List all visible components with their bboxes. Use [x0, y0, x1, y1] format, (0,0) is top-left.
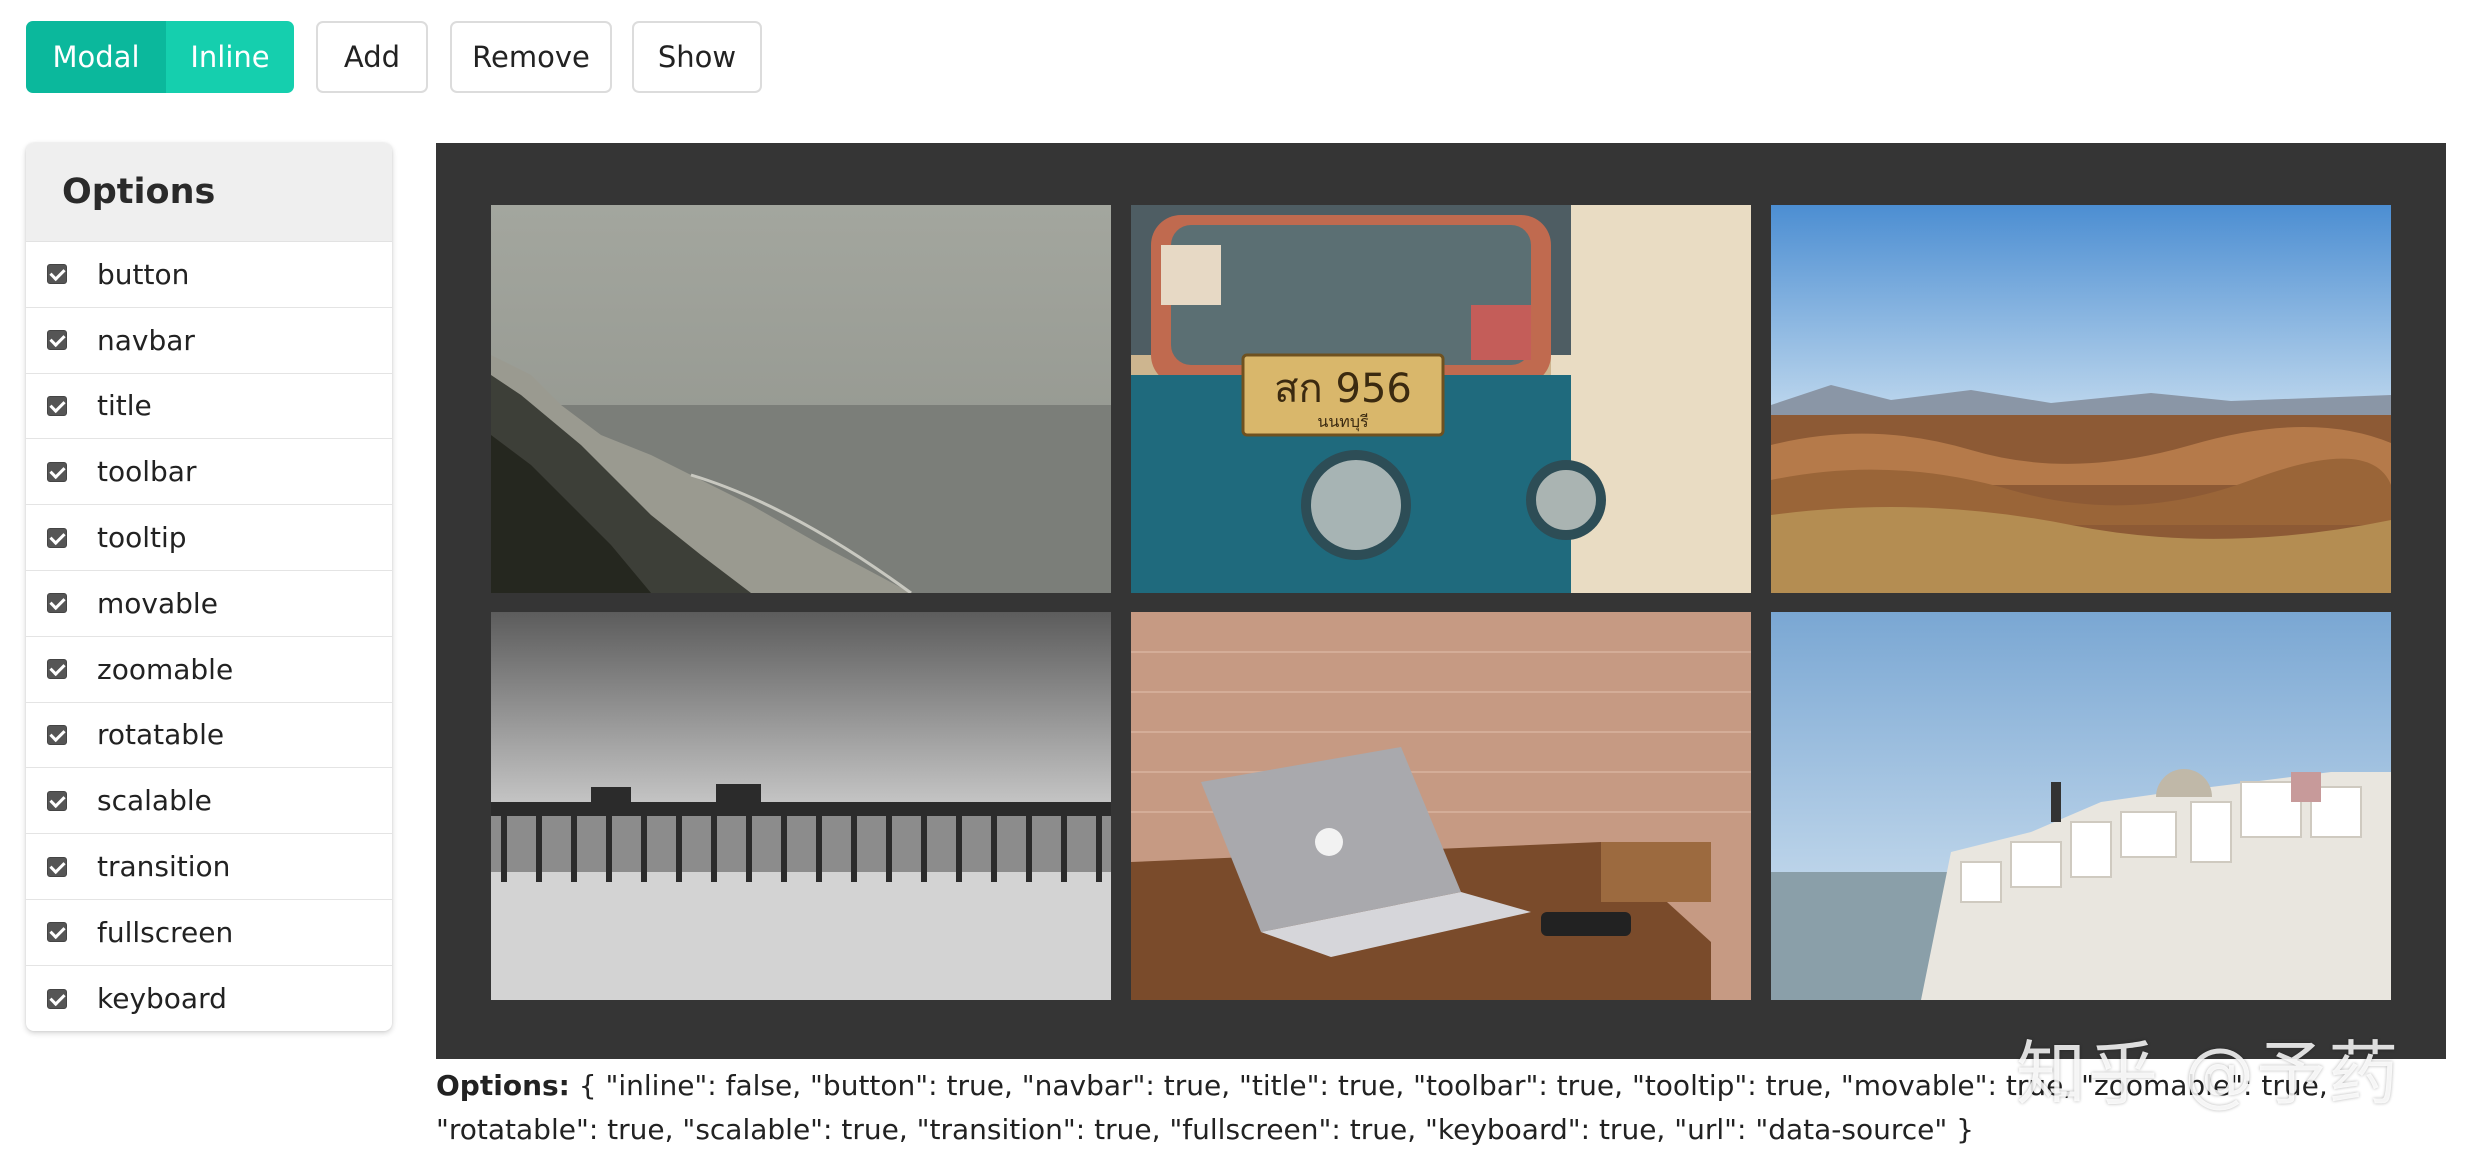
option-row-keyboard[interactable]: keyboard — [26, 966, 392, 1031]
gallery-image-laptop[interactable] — [1131, 612, 1751, 1000]
inline-button[interactable]: Inline — [166, 21, 294, 93]
option-label: transition — [97, 850, 231, 884]
watermark: 知乎 @予药 — [2016, 1033, 2401, 1115]
gallery-image-desert-hills[interactable] — [1771, 205, 2391, 593]
option-label: fullscreen — [97, 915, 234, 949]
option-row-fullscreen[interactable]: fullscreen — [26, 900, 392, 966]
option-row-tooltip[interactable]: tooltip — [26, 505, 392, 571]
gallery-image-tuk-tuk[interactable]: สก 956 นนทบุรี — [1131, 205, 1751, 593]
gallery-image-pier[interactable] — [491, 612, 1111, 1000]
option-label: navbar — [97, 323, 195, 357]
option-row-movable[interactable]: movable — [26, 571, 392, 637]
checkbox-fullscreen[interactable] — [47, 922, 67, 943]
checkbox-scalable[interactable] — [47, 790, 67, 811]
option-row-scalable[interactable]: scalable — [26, 768, 392, 835]
option-label: movable — [97, 586, 218, 620]
pier-image — [491, 612, 1111, 1000]
checkbox-transition[interactable] — [47, 856, 67, 877]
gallery-image-foggy-beach[interactable] — [491, 205, 1111, 593]
checkbox-zoomable[interactable] — [47, 659, 67, 680]
mode-toggle-group: Modal Inline — [26, 21, 294, 93]
option-row-button[interactable]: button — [26, 242, 392, 308]
desert-hills-image — [1771, 205, 2391, 593]
checkbox-keyboard[interactable] — [47, 988, 67, 1009]
option-label: rotatable — [97, 718, 225, 752]
checkbox-movable[interactable] — [47, 593, 67, 614]
option-row-title[interactable]: title — [26, 374, 392, 440]
checkbox-tooltip[interactable] — [47, 527, 67, 548]
option-row-rotatable[interactable]: rotatable — [26, 703, 392, 769]
checkbox-title[interactable] — [47, 395, 67, 416]
add-button[interactable]: Add — [316, 21, 428, 93]
option-label: scalable — [97, 784, 212, 818]
laptop-image — [1131, 612, 1751, 1000]
foggy-beach-image — [491, 205, 1111, 593]
options-title: Options — [26, 143, 392, 242]
options-list: button navbar title toolbar tooltip movable zo… — [26, 242, 392, 1031]
tuk-tuk-image: สก 956 นนทบุรี — [1131, 205, 1751, 593]
modal-button[interactable]: Modal — [26, 21, 166, 93]
options-output-label: Options: — [436, 1069, 570, 1102]
checkbox-button[interactable] — [47, 264, 67, 285]
gallery-image-santorini[interactable] — [1771, 612, 2391, 1000]
option-label: toolbar — [97, 455, 197, 489]
checkbox-navbar[interactable] — [47, 330, 67, 351]
option-row-zoomable[interactable]: zoomable — [26, 637, 392, 703]
option-label: tooltip — [97, 521, 187, 555]
show-button[interactable]: Show — [632, 21, 762, 93]
option-label: button — [97, 257, 190, 291]
option-label: zoomable — [97, 652, 234, 686]
options-panel: Options button navbar title toolbar tooltip m… — [26, 143, 392, 1031]
image-gallery: สก 956 นนทบุรี — [436, 143, 2446, 1059]
option-row-transition[interactable]: transition — [26, 834, 392, 900]
plate-text: สก 956 — [1274, 366, 1412, 412]
remove-button[interactable]: Remove — [450, 21, 612, 93]
option-label: keyboard — [97, 982, 227, 1016]
option-row-navbar[interactable]: navbar — [26, 308, 392, 374]
santorini-image — [1771, 612, 2391, 1000]
checkbox-rotatable[interactable] — [47, 724, 67, 745]
option-row-toolbar[interactable]: toolbar — [26, 439, 392, 506]
checkbox-toolbar[interactable] — [47, 461, 67, 482]
option-label: title — [97, 389, 152, 423]
plate-subtext: นนทบุรี — [1317, 412, 1369, 432]
